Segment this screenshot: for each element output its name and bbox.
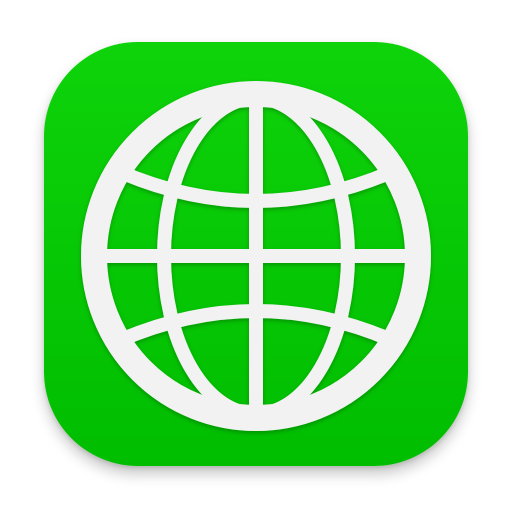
globe-app-icon[interactable] — [44, 42, 468, 466]
globe-icon — [81, 81, 431, 431]
app-icon-svg — [44, 42, 468, 466]
icon-canvas — [0, 0, 512, 512]
